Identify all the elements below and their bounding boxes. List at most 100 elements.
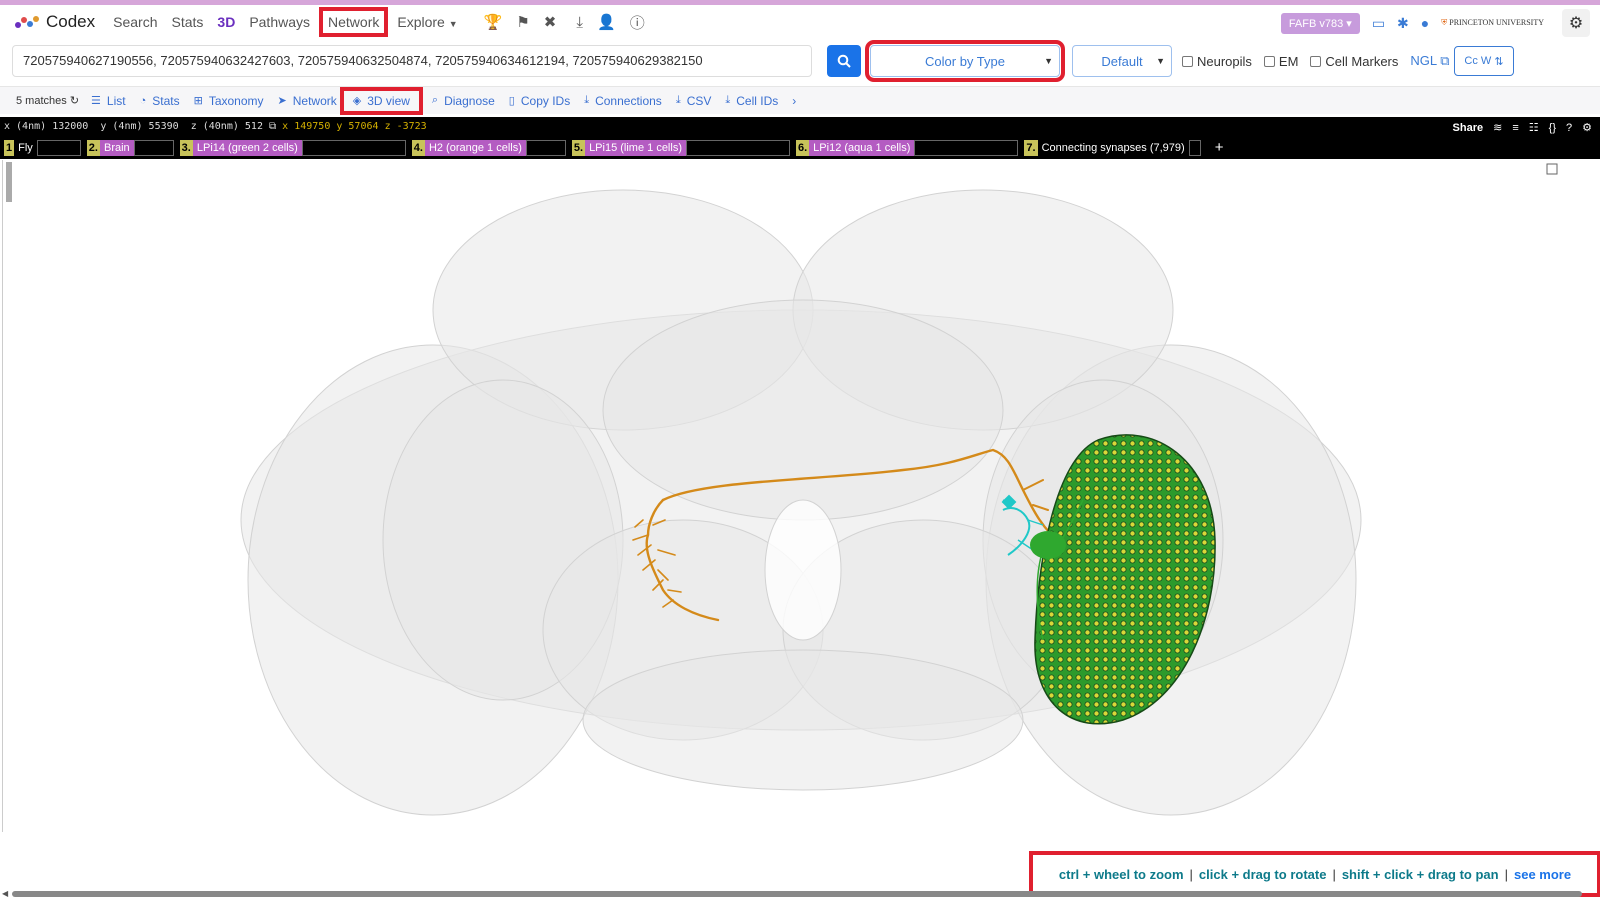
nav-network[interactable]: Network — [318, 7, 389, 37]
layer-num: 7. — [1024, 140, 1038, 156]
json-icon[interactable]: {} — [1549, 122, 1556, 134]
layer-fill — [685, 140, 790, 156]
tool-network-label: Network — [292, 93, 337, 108]
see-more-link[interactable]: see more — [1514, 867, 1571, 882]
chat-icon[interactable]: ▭ — [1372, 15, 1385, 32]
layer-label: H2 (orange 1 cells) — [424, 140, 526, 156]
help-icon[interactable]: ⓘ — [630, 12, 645, 33]
tool-list[interactable]: ☰ List — [91, 94, 126, 108]
nav-stats[interactable]: Stats — [172, 14, 204, 30]
tool-connections[interactable]: ⤓ Connections — [584, 94, 662, 108]
search-input[interactable]: 720575940627190556, 720575940632427603, … — [12, 45, 812, 77]
share-button[interactable]: Share — [1453, 122, 1484, 134]
tool-stats[interactable]: ◔ Stats — [140, 94, 180, 108]
hint-separator: | — [1504, 866, 1508, 882]
layer-fill — [133, 140, 174, 156]
layer-label: LPi14 (green 2 cells) — [192, 140, 302, 156]
y-value[interactable]: 55390 — [149, 121, 179, 132]
github-icon[interactable]: ● — [1421, 15, 1429, 31]
layer-label: Connecting synapses (7,979) — [1037, 140, 1189, 156]
style-select[interactable]: Default ▼ — [1072, 45, 1172, 77]
copy-icon[interactable]: ⧉ — [269, 121, 276, 132]
em-label: EM — [1278, 53, 1299, 69]
settings-gear-icon[interactable]: ⚙ — [1562, 9, 1590, 37]
nav-search[interactable]: Search — [113, 14, 157, 30]
download-icon: ⤓ — [725, 94, 731, 106]
sliders-icon[interactable]: ☷ — [1529, 121, 1539, 134]
brand-name: Codex — [46, 12, 96, 31]
z-value[interactable]: 512 — [245, 121, 263, 132]
matches-label: 5 matches — [16, 95, 67, 107]
em-checkbox[interactable] — [1263, 55, 1275, 67]
layer-num: 2. — [86, 140, 100, 156]
layer-num: 5. — [571, 140, 586, 156]
color-by-select[interactable]: Color by Type ▼ — [865, 40, 1065, 82]
layer-tab[interactable]: 6. LPi12 (aqua 1 cells) — [795, 140, 1019, 156]
layer-tab[interactable]: 2. Brain — [86, 140, 174, 156]
settings-gear-icon[interactable]: ⚙ — [1582, 121, 1592, 134]
viewer-maximize-icon[interactable] — [1546, 163, 1558, 175]
signpost-icon[interactable]: ⚑ — [516, 13, 529, 31]
external-link-icon: ⧉ — [1440, 53, 1450, 68]
hint-separator: | — [1332, 866, 1336, 882]
slack-icon[interactable]: ✱ — [1397, 15, 1409, 32]
pie-chart-icon: ◔ — [139, 94, 147, 107]
search-button[interactable] — [827, 45, 861, 77]
list-icon[interactable]: ≡ — [1512, 122, 1518, 134]
mouse-y: y 57064 — [336, 121, 379, 132]
tool-network[interactable]: ➤ Network — [278, 94, 337, 108]
scroll-left-icon[interactable]: ◀ — [2, 889, 8, 898]
layer-tab[interactable]: 5. LPi15 (lime 1 cells) — [571, 140, 790, 156]
help-icon[interactable]: ? — [1566, 122, 1572, 134]
neuroglancer-controls: Share ≋ ≡ ☷ {} ? ⚙ — [1443, 121, 1592, 135]
cell-markers-checkbox[interactable] — [1310, 55, 1322, 67]
layer-tab[interactable]: 3. LPi14 (green 2 cells) — [179, 140, 406, 156]
layer-label: LPi15 (lime 1 cells) — [585, 140, 686, 156]
add-layer-icon[interactable]: + — [1215, 140, 1224, 156]
list-icon: ☰ — [91, 95, 101, 107]
y-label: y (4nm) — [100, 121, 143, 132]
ccw-sort-button[interactable]: Cc W ⇅ — [1454, 46, 1514, 76]
tools-icon[interactable]: ✖ — [544, 13, 557, 31]
tool-csv[interactable]: ⤓ CSV — [676, 94, 712, 108]
chevron-down-icon: ▼ — [1156, 56, 1165, 66]
layer-tab[interactable]: 4. H2 (orange 1 cells) — [411, 140, 566, 156]
tool-diagnose[interactable]: ⌕ Diagnose — [432, 94, 495, 108]
ngl-link[interactable]: NGL ⧉ — [1410, 53, 1449, 69]
tool-3d-view[interactable]: ◈ 3D view — [339, 86, 423, 115]
layer-num: 3. — [179, 140, 193, 156]
neuropils-checkbox[interactable] — [1182, 55, 1193, 67]
color-by-select-value: Color by Type — [925, 53, 1005, 69]
x-value[interactable]: 132000 — [52, 121, 88, 132]
3d-viewer-canvas[interactable] — [2, 160, 1598, 832]
tool-cell-ids[interactable]: ⤓ Cell IDs — [725, 94, 778, 108]
neuropils-label: Neuropils — [1197, 53, 1252, 69]
layer-tab[interactable]: 7. Connecting synapses (7,979) — [1024, 140, 1201, 156]
user-icon[interactable]: 👤 — [597, 13, 616, 31]
matches-count: 5 matches ↻ — [16, 94, 79, 107]
princeton-logo: ⛨ PRINCETON UNIVERSITY — [1441, 18, 1544, 27]
nav-explore[interactable]: Explore ▼ — [397, 14, 457, 30]
mouse-z: z -3723 — [384, 121, 427, 132]
tool-taxonomy[interactable]: ⊞ Taxonomy — [194, 94, 264, 108]
chevron-down-icon: ▼ — [1044, 56, 1053, 66]
hint-pan: shift + click + drag to pan — [1341, 866, 1499, 882]
layer-tab[interactable]: 1 Fly — [4, 140, 81, 156]
nav-pathways[interactable]: Pathways — [249, 14, 310, 30]
chevron-right-icon[interactable]: › — [792, 94, 796, 108]
brand[interactable]: Codex — [14, 12, 95, 32]
version-dropdown[interactable]: FAFB v783 ▾ — [1280, 12, 1360, 34]
top-navbar: Codex Search Stats 3D Pathways Network E… — [0, 5, 1600, 39]
refresh-icon[interactable]: ↻ — [70, 95, 79, 107]
style-select-value: Default — [1101, 53, 1143, 69]
download-icon[interactable]: ⤓ — [576, 14, 583, 31]
horizontal-scrollbar[interactable] — [12, 891, 1582, 897]
nav-3d[interactable]: 3D — [217, 14, 235, 30]
mouse-x: x 149750 — [282, 121, 331, 132]
trophy-icon[interactable]: 🏆 — [484, 13, 503, 31]
tool-copy-ids-label: Copy IDs — [520, 93, 571, 108]
tool-copy-ids[interactable]: ▯ Copy IDs — [509, 94, 570, 108]
tool-csv-label: CSV — [686, 93, 712, 108]
layers-icon[interactable]: ≋ — [1493, 121, 1502, 134]
layer-num: 6. — [795, 140, 810, 156]
